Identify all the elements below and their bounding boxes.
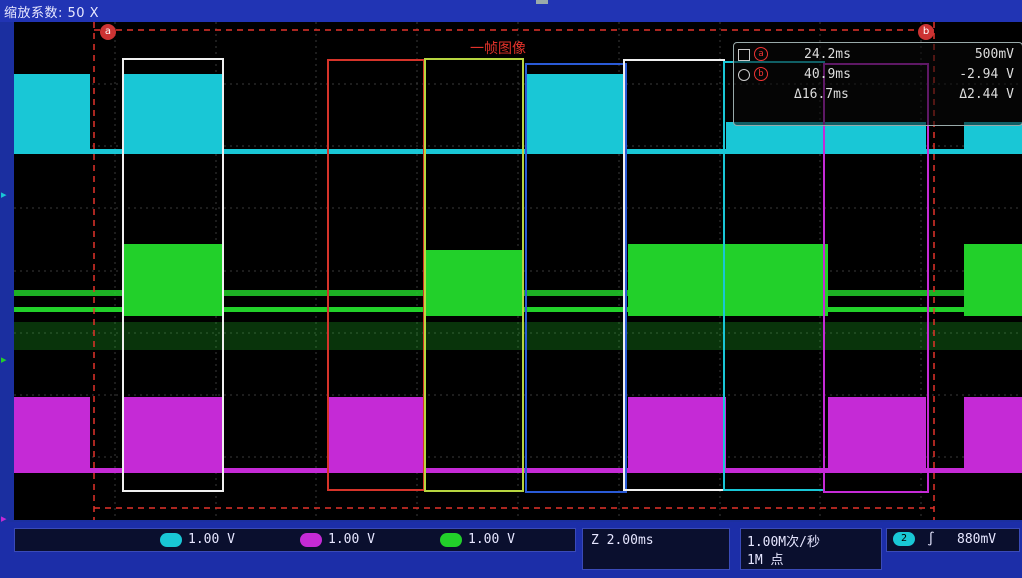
ch2-low-line (14, 468, 1022, 473)
trigger-slope-icon: ∫ (927, 532, 935, 547)
cursor-a-time: 24.2ms (804, 47, 851, 62)
cursor-delta-time: Δ16.7ms (794, 87, 849, 102)
channel-3-scale[interactable]: 1.00 V (440, 532, 515, 547)
cursor-b-tag[interactable]: b (918, 24, 934, 40)
ch3-high-block (426, 250, 524, 316)
acquisition-panel[interactable]: 1.00M次/秒 1M 点 (740, 528, 882, 570)
channel-3-chip (440, 532, 462, 547)
ch2-high-block (964, 397, 1022, 473)
ch3-high-block (124, 244, 224, 316)
channel-3-ground-marker[interactable]: ▸ (1, 353, 7, 366)
ch1-high-block (124, 74, 224, 152)
ch1-high-block (526, 74, 624, 152)
channel-3-scale-value: 1.00 V (468, 532, 515, 547)
cursor-a-marker: a (754, 47, 768, 61)
status-bar: 1.00 V 1.00 V 1.00 V Z 2.00ms 1.00M次/秒 1… (0, 522, 1022, 578)
oscilloscope-screen: 缩放系数: 50 X a b 一帧图像 a 24.2ms 500mV b 40.… (0, 0, 1022, 578)
cursor-b-row: b 40.9ms -2.94 V (734, 67, 1022, 85)
cursor-b-time: 40.9ms (804, 67, 851, 82)
channel-2-scale-value: 1.00 V (328, 532, 375, 547)
circle-icon (738, 69, 750, 81)
channel-2-chip (300, 532, 322, 547)
ch2-high-block (124, 397, 224, 473)
channel-1-scale-value: 1.00 V (188, 532, 235, 547)
timebase-panel[interactable]: Z 2.00ms (582, 528, 730, 570)
ch1-high-block (964, 122, 1022, 152)
sample-rate: 1.00M次/秒 (747, 535, 820, 550)
trigger-panel[interactable]: 2 ∫ 880mV (886, 528, 1020, 552)
cursor-b-value: -2.94 V (959, 67, 1014, 82)
trigger-position-marker[interactable] (536, 0, 548, 4)
ch3-noise-band (14, 322, 1022, 350)
frame-title: 一帧图像 (470, 41, 526, 57)
cursor-b-marker: b (754, 67, 768, 81)
ch2-high-block (14, 397, 90, 473)
cursor-delta-value: Δ2.44 V (959, 87, 1014, 102)
ch2-high-block (628, 397, 726, 473)
cursor-readout-panel[interactable]: a 24.2ms 500mV b 40.9ms -2.94 V Δ16.7ms … (733, 42, 1022, 126)
ch1-high-block (14, 74, 90, 152)
ch1-high-block (726, 122, 926, 152)
cursor-a-tag[interactable]: a (100, 24, 116, 40)
trigger-channel: 2 (893, 532, 915, 546)
channel-2-scale[interactable]: 1.00 V (300, 532, 375, 547)
channel-1-scale[interactable]: 1.00 V (160, 532, 235, 547)
top-bar: 缩放系数: 50 X (0, 0, 1022, 22)
ch2-high-block (828, 397, 926, 473)
trigger-level: 880mV (957, 532, 997, 547)
timebase-label: Z 2.00ms (591, 533, 654, 548)
channel-scales-bar: 1.00 V 1.00 V 1.00 V (14, 528, 576, 552)
ch1-low-line (14, 149, 1022, 154)
channel-1-chip (160, 532, 182, 547)
square-icon (738, 49, 750, 61)
ch3-high-block (628, 244, 828, 316)
cursor-a-row: a 24.2ms 500mV (734, 47, 1022, 65)
cursor-a-value: 500mV (974, 47, 1014, 62)
record-length: 1M 点 (747, 553, 784, 568)
zoom-factor-label: 缩放系数: 50 X (4, 6, 100, 21)
ch2-high-block (328, 397, 424, 473)
channel-3-trace (14, 244, 1022, 350)
cursor-delta-row: Δ16.7ms Δ2.44 V (734, 87, 1022, 105)
channel-1-ground-marker[interactable]: ▸ (1, 188, 7, 201)
ch3-high-block (964, 244, 1022, 316)
